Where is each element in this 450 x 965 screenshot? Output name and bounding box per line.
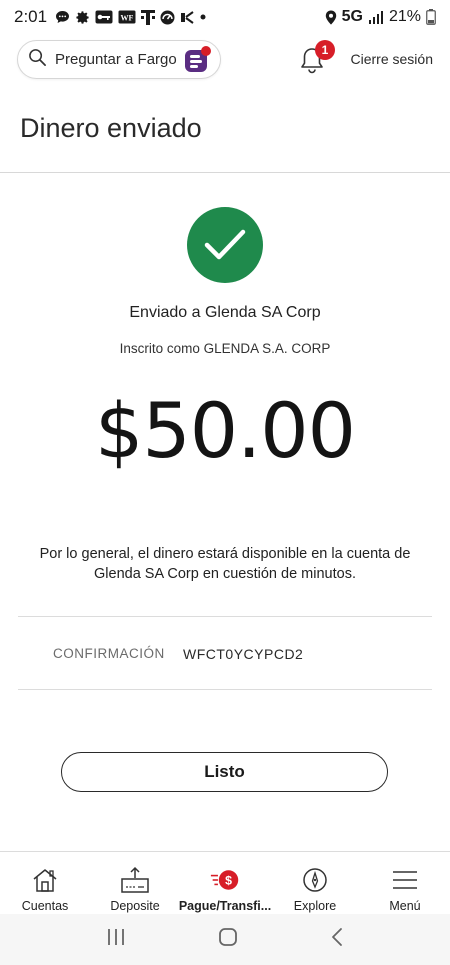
svg-text:$: $ <box>225 873 232 887</box>
home-icon <box>30 865 60 895</box>
status-bar-right: 5G 21% <box>325 8 436 26</box>
battery-icon <box>426 9 436 25</box>
divider <box>18 689 432 690</box>
amount-sent: $50.00 <box>95 386 356 475</box>
nav-item-pague-transfiera[interactable]: $ Pague/Transfi... <box>178 852 272 914</box>
ask-fargo-button[interactable]: Preguntar a Fargo <box>17 40 221 79</box>
divider <box>18 616 432 617</box>
nav-label: Explore <box>293 899 337 913</box>
nav-item-deposite[interactable]: Deposite <box>90 852 180 914</box>
home-button-icon[interactable] <box>218 927 238 952</box>
chat-icon <box>55 9 70 25</box>
wf-icon: WF <box>118 9 136 25</box>
nav-item-cuentas[interactable]: Cuentas <box>0 852 90 914</box>
app-header: Preguntar a Fargo 1 Cierre sesión <box>0 40 450 80</box>
fargo-logo-icon <box>182 45 212 75</box>
notification-badge: 1 <box>315 40 335 60</box>
sent-to-text: Enviado a Glenda SA Corp <box>129 304 321 321</box>
enrolled-as-text: Inscrito como GLENDA S.A. CORP <box>119 341 331 356</box>
success-check-icon <box>187 207 263 283</box>
done-button[interactable]: Listo <box>61 752 388 792</box>
dot-icon <box>200 9 206 25</box>
page-title: Dinero enviado <box>20 113 202 143</box>
compass-icon <box>300 865 330 895</box>
system-nav-bar <box>0 914 450 965</box>
speedometer-icon <box>160 9 175 25</box>
bottom-nav: Cuentas Deposite $ Pague/Transfi... Expl… <box>0 851 450 914</box>
availability-message: Por lo general, el dinero estará disponi… <box>39 546 411 582</box>
signal-box-icon <box>180 9 195 25</box>
battery-percent: 21% <box>388 8 421 25</box>
back-icon[interactable] <box>330 927 344 952</box>
search-icon <box>28 48 47 72</box>
nav-item-menu[interactable]: Menú <box>360 852 450 914</box>
status-bar: 2:01 WF 5G 21% <box>0 0 450 34</box>
settings-icon <box>75 9 90 25</box>
menu-icon <box>390 865 420 895</box>
nav-item-explore[interactable]: Explore <box>270 852 360 914</box>
status-time: 2:01 <box>14 7 48 26</box>
status-bar-left: 2:01 WF <box>14 7 206 27</box>
deposit-icon <box>120 865 150 895</box>
ask-fargo-label: Preguntar a Fargo <box>55 51 177 68</box>
network-type: 5G <box>341 8 363 25</box>
confirmation-number: WFCT0YCYPCD2 <box>183 646 304 662</box>
nav-label: Cuentas <box>21 899 69 913</box>
key-icon <box>95 9 113 25</box>
tmobile-icon <box>141 9 156 25</box>
wf-text: WF <box>121 14 134 23</box>
signout-link[interactable]: Cierre sesión <box>351 51 433 67</box>
nav-label: Menú <box>389 899 421 913</box>
location-icon <box>325 9 337 25</box>
divider <box>0 172 450 173</box>
nav-label: Pague/Transfi... <box>178 899 272 913</box>
confirmation-label: CONFIRMACIÓN <box>53 646 165 661</box>
nav-label: Deposite <box>110 899 160 913</box>
recent-apps-icon[interactable] <box>106 928 126 951</box>
signal-bars-icon <box>368 9 384 25</box>
pay-transfer-icon: $ <box>210 865 240 895</box>
